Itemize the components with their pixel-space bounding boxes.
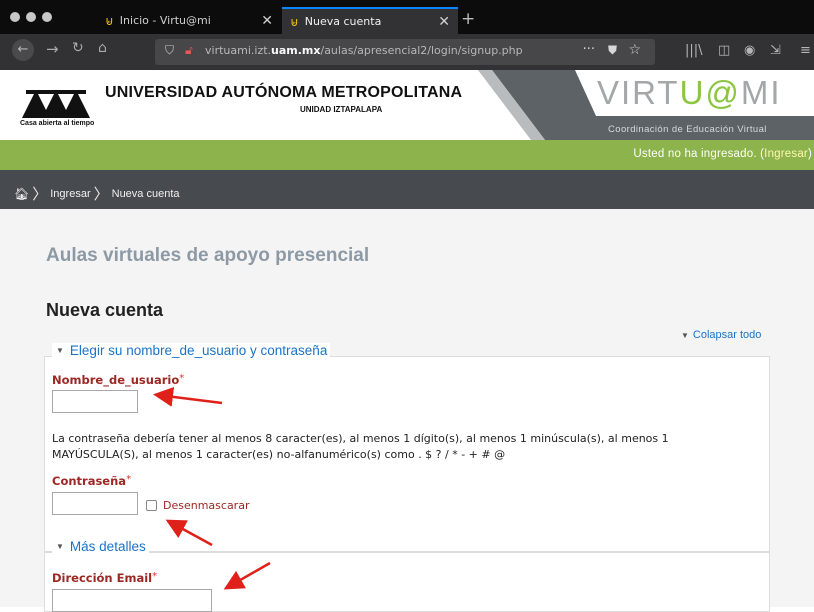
email-label: Dirección Email* bbox=[52, 571, 158, 585]
home-icon[interactable]: ⌂ bbox=[98, 40, 107, 56]
email-input[interactable] bbox=[52, 589, 212, 612]
login-status: Usted no ha ingresado. (Ingresar) bbox=[633, 148, 812, 160]
bookmark-star-icon[interactable]: ☆ bbox=[628, 42, 641, 58]
collapse-all-link[interactable]: ▼ Colapsar todo bbox=[681, 329, 761, 341]
uam-logo-icon bbox=[22, 90, 90, 118]
url-text[interactable]: virtuami.izt.uam.mx/aulas/apresencial2/l… bbox=[205, 44, 523, 57]
browser-tab-bar: ⊌ Inicio - Virtu@mi ✕ ⊌ Nueva cuenta ✕ + bbox=[0, 0, 814, 34]
login-link[interactable]: Ingresar bbox=[764, 148, 808, 160]
required-mark: * bbox=[179, 373, 185, 384]
close-window-icon[interactable] bbox=[10, 12, 20, 22]
unit-name: UNIDAD IZTAPALAPA bbox=[300, 105, 383, 114]
university-name: UNIVERSIDAD AUTÓNOMA METROPOLITANA bbox=[105, 84, 463, 101]
breadcrumb-item-ingresar[interactable]: Ingresar bbox=[50, 188, 90, 200]
password-input[interactable] bbox=[52, 492, 138, 515]
reload-icon[interactable]: ↻ bbox=[72, 40, 84, 56]
brand-subtitle: Coordinación de Educación Virtual bbox=[608, 124, 767, 135]
triangle-down-icon: ▼ bbox=[56, 542, 64, 551]
tab-inicio[interactable]: ⊌ Inicio - Virtu@mi ✕ bbox=[97, 7, 281, 34]
page-actions-icon[interactable]: ··· bbox=[583, 42, 595, 57]
home-icon[interactable]: 🏠︎ bbox=[14, 187, 29, 201]
back-arrow-icon[interactable]: ← bbox=[12, 39, 34, 61]
triangle-down-icon: ▼ bbox=[681, 331, 689, 340]
required-mark: * bbox=[126, 474, 132, 485]
password-policy-text: La contraseña debería tener al menos 8 c… bbox=[52, 432, 669, 461]
breadcrumb-item-nueva-cuenta: Nueva cuenta bbox=[111, 187, 180, 200]
section-toggle-username-password[interactable]: ▼ Elegir su nombre_de_usuario y contraseñ… bbox=[52, 343, 331, 358]
site-header: Casa abierta al tiempo UNIVERSIDAD AUTÓN… bbox=[0, 70, 814, 140]
tracking-shield-icon[interactable]: ⛉ bbox=[165, 43, 174, 58]
password-label: Contraseña* bbox=[52, 474, 132, 488]
pocket-icon[interactable]: ⛊ bbox=[608, 43, 617, 58]
maximize-window-icon[interactable] bbox=[42, 12, 52, 22]
page-title: Nueva cuenta bbox=[46, 300, 164, 320]
username-input[interactable] bbox=[52, 390, 138, 413]
browser-nav-bar: ← → ↻ ⌂ ⛉ 🔓︎ virtuami.izt.uam.mx/aulas/a… bbox=[0, 34, 814, 70]
username-label: Nombre_de_usuario* bbox=[52, 373, 185, 387]
chevron-right-icon: 〉 bbox=[32, 186, 48, 203]
triangle-down-icon: ▼ bbox=[56, 346, 64, 355]
chevron-right-icon: 〉 bbox=[93, 186, 109, 203]
new-tab-icon[interactable]: + bbox=[461, 9, 475, 29]
forward-arrow-icon[interactable]: → bbox=[46, 40, 59, 58]
library-icon[interactable]: |||\ bbox=[685, 43, 703, 58]
breadcrumb-bar: 🏠︎ 〉 Ingresar 〉 Nueva cuenta bbox=[0, 170, 814, 209]
main-content: Aulas virtuales de apoyo presencial Nuev… bbox=[0, 209, 814, 612]
tab-title: Inicio - Virtu@mi bbox=[119, 14, 211, 27]
account-icon[interactable]: ⇲ bbox=[770, 43, 781, 58]
minimize-window-icon[interactable] bbox=[26, 12, 36, 22]
tab-nueva-cuenta[interactable]: ⊌ Nueva cuenta ✕ bbox=[282, 7, 458, 34]
address-bar[interactable]: ⛉ 🔓︎ virtuami.izt.uam.mx/aulas/apresenci… bbox=[155, 39, 655, 65]
sidebar-icon[interactable]: ◫ bbox=[718, 43, 730, 58]
virtuami-favicon-icon: ⊌ bbox=[290, 14, 299, 29]
logo-caption: Casa abierta al tiempo bbox=[20, 120, 95, 127]
close-tab-icon[interactable]: ✕ bbox=[438, 14, 450, 30]
login-info-bar: Usted no ha ingresado. (Ingresar) bbox=[0, 140, 814, 170]
virtuami-favicon-icon: ⊌ bbox=[105, 13, 114, 28]
site-title: Aulas virtuales de apoyo presencial bbox=[46, 245, 370, 266]
unmask-checkbox[interactable]: Desenmascarar bbox=[146, 499, 249, 512]
virtuami-brand: VIRTU@MI bbox=[597, 74, 782, 111]
required-mark: * bbox=[152, 571, 158, 582]
insecure-lock-icon[interactable]: 🔓︎ bbox=[185, 43, 193, 58]
extension-icon[interactable]: ◉ bbox=[744, 43, 755, 58]
section-toggle-more-details[interactable]: ▼ Más detalles bbox=[52, 539, 149, 554]
menu-icon[interactable]: ≡ bbox=[800, 43, 811, 58]
breadcrumb: 🏠︎ 〉 Ingresar 〉 Nueva cuenta bbox=[14, 183, 180, 204]
tab-title: Nueva cuenta bbox=[304, 15, 382, 28]
close-tab-icon[interactable]: ✕ bbox=[261, 13, 273, 29]
checkbox-icon[interactable] bbox=[146, 500, 157, 511]
